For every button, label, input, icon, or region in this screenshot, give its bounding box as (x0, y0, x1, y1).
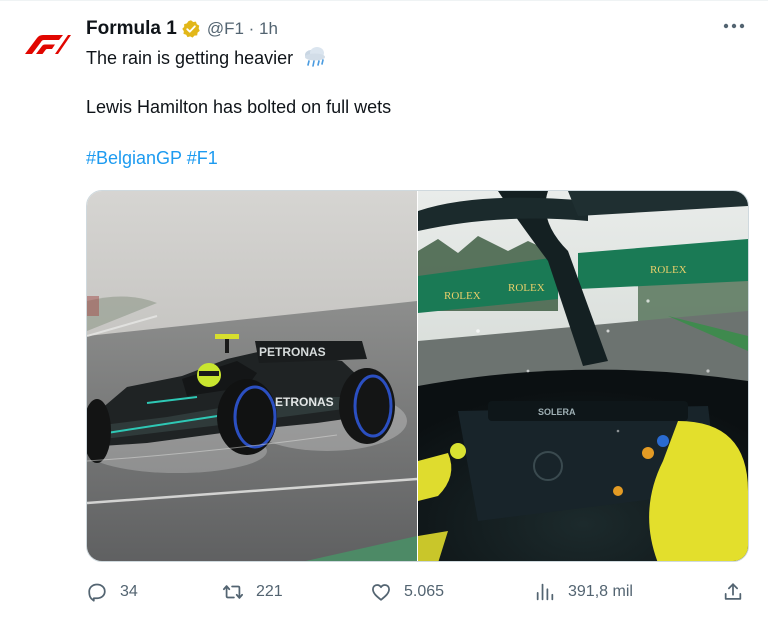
like-button[interactable]: 5.065 (370, 576, 444, 608)
f1-logo-icon (25, 35, 71, 54)
rolex-board-text: ROLEX (444, 290, 481, 302)
reply-button[interactable]: 34 (86, 576, 138, 608)
views-chart-icon (536, 583, 554, 601)
tweet-hashtags: #BelgianGP #F1 (86, 148, 218, 169)
share-icon (724, 583, 742, 600)
heart-icon (372, 584, 390, 601)
share-button[interactable] (722, 576, 744, 608)
rolex-board-text-2: ROLEX (508, 282, 545, 294)
tweet-text-rain: The rain is getting heavier (86, 48, 294, 68)
views-button[interactable]: 391,8 mil (534, 576, 633, 608)
car-sidepod-text: ETRONAS (275, 395, 334, 409)
media-photo-onboard-camera[interactable]: ROLEX ROLEX ROLEX SOLERA (418, 191, 748, 561)
author-avatar[interactable] (16, 22, 74, 66)
media-photo-car-in-rain[interactable]: PETRONAS ETRONAS (87, 191, 418, 561)
repost-button[interactable]: 221 (222, 576, 283, 608)
repost-icon (222, 585, 244, 599)
tweet-text-line-1: The rain is getting heavier (86, 46, 328, 69)
more-options-button[interactable] (720, 14, 748, 38)
top-divider (0, 0, 768, 1)
repost-count: 221 (256, 583, 283, 600)
views-count: 391,8 mil (568, 583, 633, 600)
rain-cloud-icon (305, 47, 326, 67)
hashtag-f1[interactable]: #F1 (187, 148, 218, 168)
verified-badge-icon (182, 20, 200, 38)
rolex-board-text-3: ROLEX (650, 264, 687, 276)
tweet-media-grid: PETRONAS ETRONAS ROLEX ROLEX ROLEX SOLER… (86, 190, 749, 562)
reply-icon (88, 583, 106, 602)
onboard-camera-image: ROLEX ROLEX ROLEX SOLERA (418, 191, 748, 561)
steering-sponsor-text: SOLERA (538, 407, 576, 417)
more-dots-icon (723, 23, 745, 29)
author-name[interactable]: Formula 1 (86, 18, 177, 40)
tweet-text-line-2: Lewis Hamilton has bolted on full wets (86, 97, 392, 117)
car-sponsor-text: PETRONAS (259, 345, 326, 359)
hashtag-belgiangp[interactable]: #BelgianGP (86, 148, 182, 168)
author-handle-time[interactable]: @F1 · 1h (207, 19, 278, 39)
tweet-header: Formula 1 @F1 · 1h (86, 16, 278, 42)
car-in-rain-image: PETRONAS ETRONAS (87, 191, 418, 561)
like-count: 5.065 (404, 583, 445, 600)
reply-count: 34 (120, 583, 138, 600)
tweet-actions-bar: 34 221 5.065 391,8 mil (86, 576, 750, 608)
